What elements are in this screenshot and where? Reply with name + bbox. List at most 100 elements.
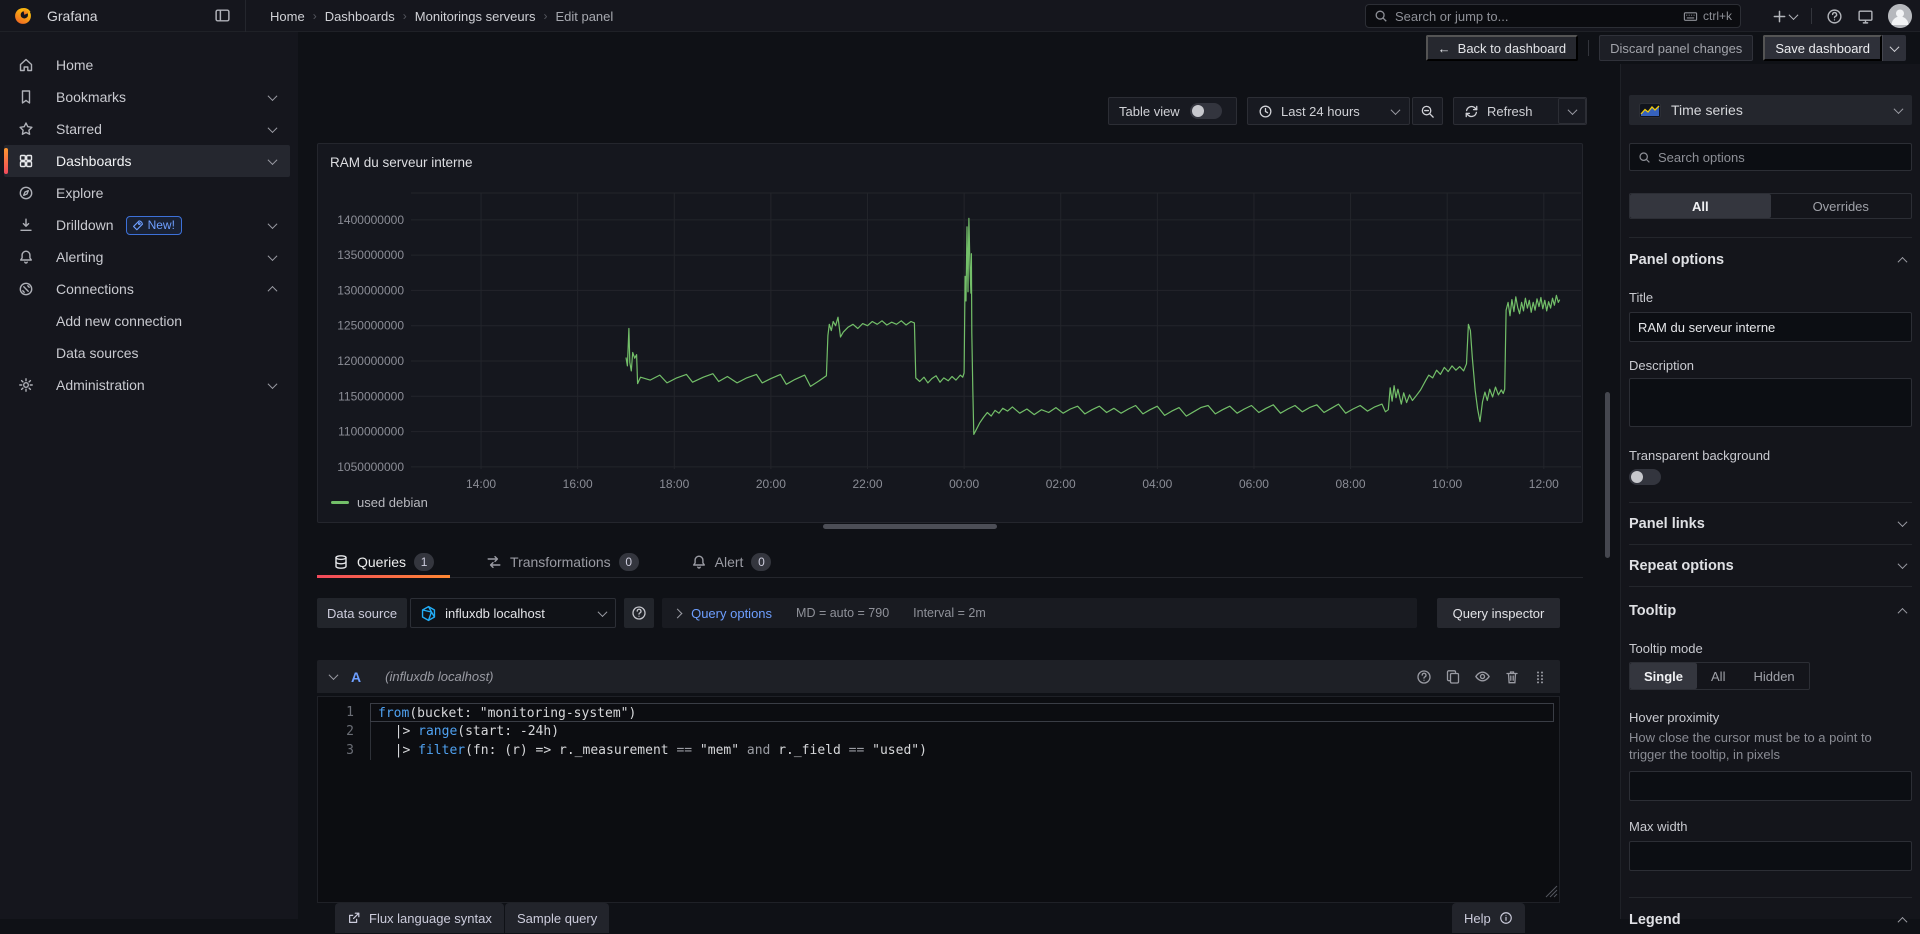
panel-description-textarea[interactable] bbox=[1629, 378, 1912, 427]
avatar[interactable] bbox=[1888, 4, 1912, 28]
tab-count-badge: 1 bbox=[414, 553, 434, 571]
section-panel-links[interactable]: Panel links bbox=[1629, 503, 1912, 545]
panel-title: RAM du serveur interne bbox=[330, 155, 473, 170]
sidebar-item-label: Drilldown bbox=[56, 217, 114, 233]
editor-resize-handle[interactable] bbox=[1540, 882, 1558, 898]
section-repeat-options[interactable]: Repeat options bbox=[1629, 545, 1912, 587]
code-line[interactable]: 1from(bucket: "monitoring-system") bbox=[318, 703, 1559, 722]
tooltip-mode-hidden[interactable]: Hidden bbox=[1739, 663, 1808, 689]
sidebar-item-add-new-connection[interactable]: Add new connection bbox=[4, 305, 290, 337]
dock-menu-icon[interactable] bbox=[214, 7, 231, 24]
tab-label: Transformations bbox=[510, 554, 611, 570]
sidebar-item-home[interactable]: Home bbox=[4, 49, 290, 81]
drag-handle-icon[interactable] bbox=[1533, 669, 1547, 685]
y-axis-tick: 1400000000 bbox=[337, 213, 404, 227]
chevron-up-icon[interactable] bbox=[268, 285, 278, 295]
collapse-query-icon[interactable] bbox=[329, 670, 339, 680]
sidebar-item-explore[interactable]: Explore bbox=[4, 177, 290, 209]
vertical-scrollbar[interactable] bbox=[1605, 392, 1610, 558]
delete-query-icon[interactable] bbox=[1504, 669, 1520, 685]
breadcrumb-item[interactable]: Monitorings serveurs bbox=[415, 9, 536, 24]
tooltip-mode-label: Tooltip mode bbox=[1629, 641, 1912, 656]
save-dashboard-button[interactable]: Save dashboard bbox=[1763, 35, 1882, 61]
sidebar-item-dashboards[interactable]: Dashboards bbox=[4, 145, 290, 177]
duplicate-query-icon[interactable] bbox=[1445, 669, 1461, 685]
datasource-picker[interactable]: influxdb localhost bbox=[410, 598, 616, 628]
chevron-down-icon[interactable] bbox=[268, 123, 278, 133]
table-view-toggle[interactable] bbox=[1190, 103, 1222, 119]
sidebar-item-alerting[interactable]: Alerting bbox=[4, 241, 290, 273]
filter-tab-overrides[interactable]: Overrides bbox=[1771, 194, 1912, 218]
chevron-down-icon bbox=[1567, 105, 1577, 115]
refresh-interval-dropdown[interactable] bbox=[1558, 98, 1586, 124]
query-help-button[interactable]: Help bbox=[1452, 903, 1525, 933]
horizontal-scrollbar[interactable] bbox=[823, 524, 997, 529]
query-row-header[interactable]: A (influxdb localhost) bbox=[317, 660, 1560, 693]
discard-panel-changes-button[interactable]: Discard panel changes bbox=[1599, 35, 1753, 61]
tab-label: Alert bbox=[715, 554, 744, 570]
flux-syntax-link-button[interactable]: Flux language syntax bbox=[335, 903, 504, 933]
filter-tab-all[interactable]: All bbox=[1630, 194, 1771, 218]
chart-legend[interactable]: used debian bbox=[331, 495, 428, 510]
hover-proximity-input[interactable] bbox=[1629, 771, 1912, 801]
visualization-picker[interactable]: Time series bbox=[1629, 95, 1912, 125]
news-button[interactable] bbox=[1857, 8, 1874, 25]
search-input[interactable]: Search or jump to... ctrl+k bbox=[1365, 4, 1741, 28]
arrow-left-icon: ← bbox=[1438, 41, 1451, 56]
chevron-right-icon bbox=[673, 608, 683, 618]
datasource-help-button[interactable] bbox=[624, 598, 654, 628]
keyboard-icon bbox=[1683, 9, 1698, 24]
new-menu-button[interactable] bbox=[1772, 9, 1797, 24]
panel-title-input[interactable] bbox=[1629, 312, 1912, 342]
breadcrumb-item[interactable]: Home bbox=[270, 9, 305, 24]
sidebar-item-bookmarks[interactable]: Bookmarks bbox=[4, 81, 290, 113]
sidebar-item-administration[interactable]: Administration bbox=[4, 369, 290, 401]
sidebar-item-connections[interactable]: Connections bbox=[4, 273, 290, 305]
time-range-picker[interactable]: Last 24 hours bbox=[1247, 97, 1410, 125]
hover-proximity-description: How close the cursor must be to a point … bbox=[1629, 729, 1912, 763]
chevron-down-icon[interactable] bbox=[268, 219, 278, 229]
sidebar-item-data-sources[interactable]: Data sources bbox=[4, 337, 290, 369]
x-axis-tick: 04:00 bbox=[1142, 477, 1172, 491]
help-button[interactable] bbox=[1826, 8, 1843, 25]
options-search-field[interactable] bbox=[1629, 143, 1912, 171]
options-search-input[interactable] bbox=[1658, 150, 1903, 165]
breadcrumb-item[interactable]: Dashboards bbox=[325, 9, 395, 24]
flux-code-editor[interactable]: 1from(bucket: "monitoring-system")2 |> r… bbox=[317, 696, 1560, 903]
chevron-down-icon[interactable] bbox=[268, 91, 278, 101]
sidebar-item-starred[interactable]: Starred bbox=[4, 113, 290, 145]
zoom-out-button[interactable] bbox=[1412, 97, 1443, 125]
chevron-down-icon[interactable] bbox=[268, 379, 278, 389]
query-help-icon[interactable] bbox=[1416, 669, 1432, 685]
max-width-input[interactable] bbox=[1629, 841, 1912, 871]
datasource-label: Data source bbox=[317, 598, 407, 628]
sidebar-item-drilldown[interactable]: DrilldownNew! bbox=[4, 209, 290, 241]
transparent-background-toggle[interactable] bbox=[1629, 469, 1661, 485]
code-line[interactable]: 2 |> range(start: -24h) bbox=[318, 722, 1559, 741]
section-tooltip[interactable]: Tooltip bbox=[1629, 597, 1912, 625]
breadcrumb-item: Edit panel bbox=[555, 9, 613, 24]
section-legend[interactable]: Legend bbox=[1629, 906, 1912, 934]
chevron-down-icon[interactable] bbox=[268, 155, 278, 165]
tab-alert[interactable]: Alert0 bbox=[675, 546, 788, 577]
query-options-bar[interactable]: Query options MD = auto = 790 Interval =… bbox=[662, 598, 1417, 628]
section-panel-options[interactable]: Panel options bbox=[1629, 246, 1912, 274]
back-to-dashboard-button[interactable]: ← Back to dashboard bbox=[1426, 35, 1578, 61]
time-series-chart[interactable]: 1050000000110000000011500000001200000000… bbox=[318, 144, 1582, 522]
code-line[interactable]: 3 |> filter(fn: (r) => r._measurement ==… bbox=[318, 741, 1559, 760]
toggle-visibility-icon[interactable] bbox=[1474, 668, 1491, 685]
tooltip-mode-all[interactable]: All bbox=[1697, 663, 1739, 689]
query-inspector-button[interactable]: Query inspector bbox=[1437, 598, 1560, 628]
tooltip-mode-single[interactable]: Single bbox=[1630, 663, 1697, 689]
refresh-button[interactable]: Refresh bbox=[1454, 104, 1558, 119]
sample-query-button[interactable]: Sample query bbox=[505, 903, 609, 933]
code-line-content: from(bucket: "monitoring-system") bbox=[370, 703, 1554, 722]
query-ref-id[interactable]: A bbox=[351, 669, 361, 685]
save-dashboard-dropdown[interactable] bbox=[1882, 35, 1906, 61]
tab-queries[interactable]: Queries1 bbox=[317, 546, 450, 577]
tab-count-badge: 0 bbox=[619, 553, 639, 571]
chevron-down-icon[interactable] bbox=[268, 251, 278, 261]
sidebar-item-label: Alerting bbox=[56, 249, 103, 265]
sidebar-item-label: Connections bbox=[56, 281, 134, 297]
tab-transformations[interactable]: Transformations 0 bbox=[470, 546, 655, 577]
